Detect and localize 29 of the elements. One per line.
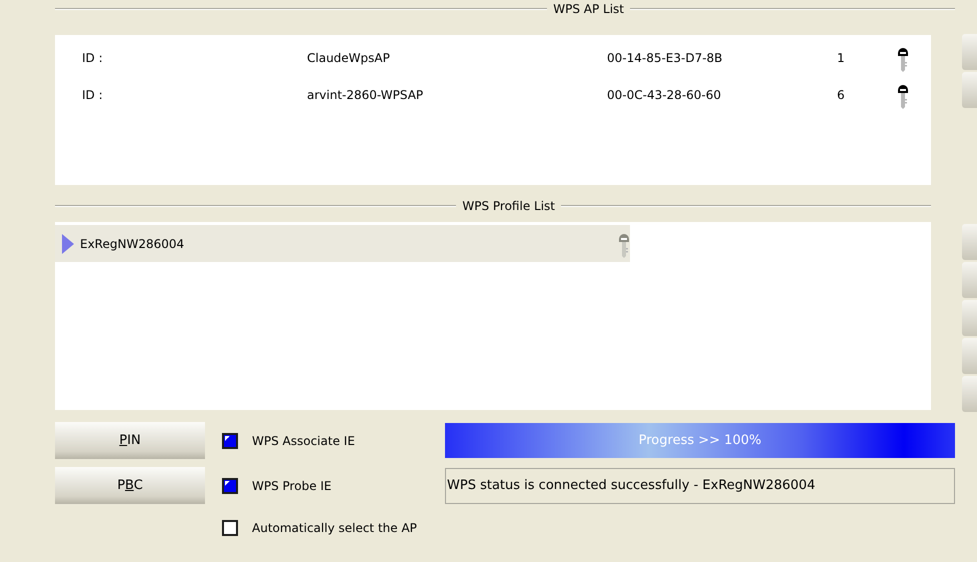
id-label: ID : <box>82 50 104 64</box>
ssid-cell-text: ClaudeWpsAP <box>307 50 391 64</box>
wps-button[interactable]: PBC <box>55 467 205 504</box>
checkbox[interactable] <box>222 478 238 494</box>
checkbox-label: Automatically select the AP <box>252 521 417 535</box>
profile-item[interactable]: ExRegNW286004 <box>55 225 630 262</box>
checkbox[interactable] <box>222 432 238 448</box>
selection-arrow-icon <box>62 234 74 254</box>
group-title: WPS Profile List <box>462 199 555 213</box>
channel-cell-text: 1 <box>837 50 846 64</box>
side-button[interactable] <box>962 224 977 260</box>
group-title: WPS AP List <box>553 2 624 16</box>
checkbox-label: WPS Probe IE <box>252 478 332 492</box>
status-field: WPS status is connected successfully - ExRegNW286004 <box>445 468 955 504</box>
progress-text: Progress >> 100% <box>638 432 762 450</box>
id-label: ID : <box>82 88 104 102</box>
checkbox[interactable] <box>222 520 238 536</box>
wps-button[interactable]: PIN <box>55 422 205 459</box>
side-button[interactable] <box>962 376 977 412</box>
bssid-cell-text: 00-0C-43-28-60-60 <box>607 88 722 102</box>
side-button[interactable] <box>962 34 977 70</box>
side-button[interactable] <box>962 338 977 374</box>
side-button[interactable] <box>962 262 977 298</box>
side-button[interactable] <box>962 72 977 108</box>
channel-cell-text: 6 <box>837 88 846 102</box>
ssid-cell-text: arvint-2860-WPSAP <box>307 88 424 102</box>
bssid-cell-text: 00-14-85-E3-D7-8B <box>607 50 724 64</box>
side-button[interactable] <box>962 300 977 336</box>
checkbox-label: WPS Associate IE <box>252 434 355 448</box>
